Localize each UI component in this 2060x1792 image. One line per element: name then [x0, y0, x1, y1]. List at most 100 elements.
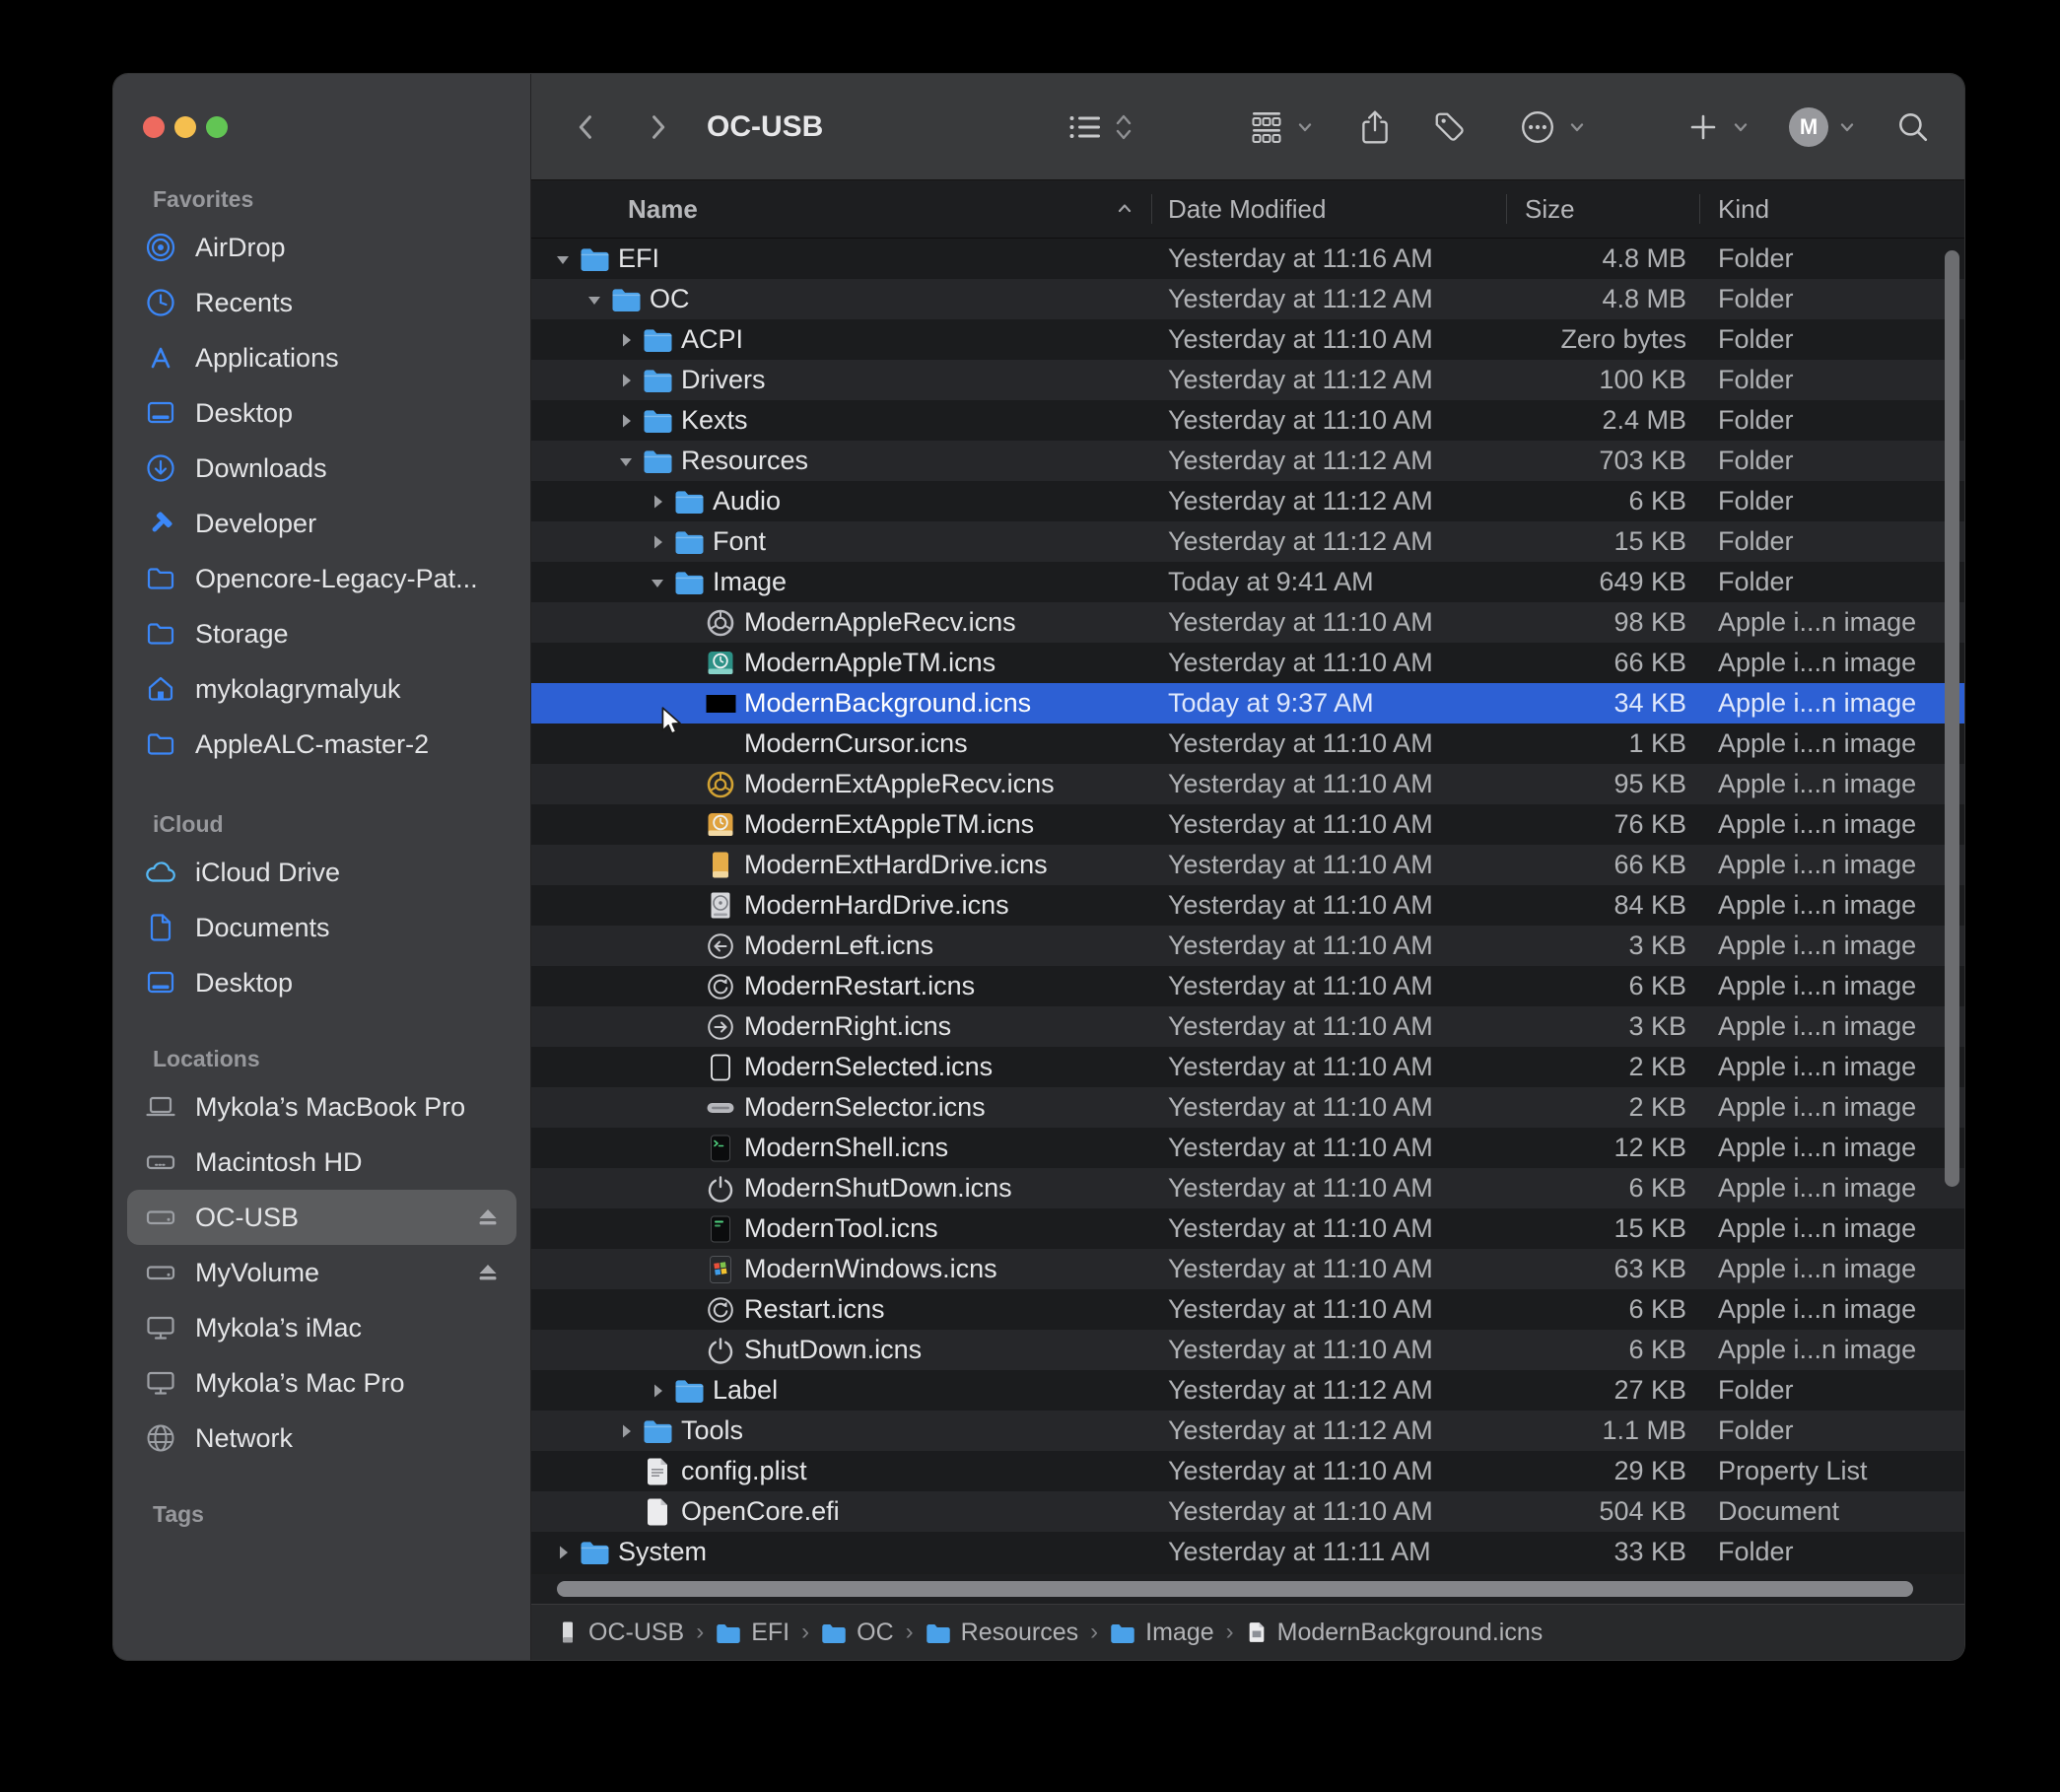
search-button[interactable]: [1889, 74, 1937, 179]
file-row-modernextharddrive-icns[interactable]: ModernExtHardDrive.icnsYesterday at 11:1…: [531, 845, 1964, 885]
file-row-modernshutdown-icns[interactable]: ModernShutDown.icnsYesterday at 11:10 AM…: [531, 1168, 1964, 1208]
sidebar-item-macintosh-hd[interactable]: Macintosh HD: [127, 1135, 516, 1190]
forward-button[interactable]: [634, 74, 681, 179]
disclosure-closed-icon[interactable]: [648, 481, 667, 521]
sidebar-item-desktop[interactable]: Desktop: [127, 385, 516, 441]
disclosure-closed-icon[interactable]: [648, 521, 667, 562]
path-item-efi[interactable]: EFI: [716, 1619, 790, 1647]
file-row-modernrestart-icns[interactable]: ModernRestart.icnsYesterday at 11:10 AM6…: [531, 966, 1964, 1006]
file-row-oc[interactable]: OCYesterday at 11:12 AM4.8 MBFolder: [531, 279, 1964, 319]
chevron-down-icon[interactable]: [1834, 74, 1860, 179]
file-row-modernselector-icns[interactable]: ModernSelector.icnsYesterday at 11:10 AM…: [531, 1087, 1964, 1128]
file-row-modernright-icns[interactable]: ModernRight.icnsYesterday at 11:10 AM3 K…: [531, 1006, 1964, 1047]
file-row-acpi[interactable]: ACPIYesterday at 11:10 AMZero bytesFolde…: [531, 319, 1964, 360]
file-row-kexts[interactable]: KextsYesterday at 11:10 AM2.4 MBFolder: [531, 400, 1964, 441]
sidebar-item-icloud-drive[interactable]: iCloud Drive: [127, 845, 516, 900]
group-by-button[interactable]: [1243, 74, 1290, 179]
file-row-audio[interactable]: AudioYesterday at 11:12 AM6 KBFolder: [531, 481, 1964, 521]
sidebar-item-storage[interactable]: Storage: [127, 606, 516, 661]
file-row-moderntool-icns[interactable]: ModernTool.icnsYesterday at 11:10 AM15 K…: [531, 1208, 1964, 1249]
disclosure-open-icon[interactable]: [553, 239, 573, 279]
chevron-updown-icon[interactable]: [1111, 74, 1136, 179]
chevron-down-icon[interactable]: [1728, 74, 1753, 179]
file-row-opencore-efi[interactable]: OpenCore.efiYesterday at 11:10 AM504 KBD…: [531, 1491, 1964, 1532]
sidebar-item-network[interactable]: Network: [127, 1411, 516, 1466]
column-divider[interactable]: [1506, 194, 1507, 224]
file-row-modernharddrive-icns[interactable]: ModernHardDrive.icnsYesterday at 11:10 A…: [531, 885, 1964, 926]
file-row-modernappletm-icns[interactable]: ModernAppleTM.icnsYesterday at 11:10 AM6…: [531, 643, 1964, 683]
column-header-size[interactable]: Size: [1525, 180, 1575, 238]
share-button[interactable]: [1351, 74, 1399, 179]
file-row-config-plist[interactable]: config.plistYesterday at 11:10 AM29 KBPr…: [531, 1451, 1964, 1491]
sidebar-item-documents[interactable]: Documents: [127, 900, 516, 955]
sidebar-item-desktop[interactable]: Desktop: [127, 955, 516, 1010]
file-row-tools[interactable]: ToolsYesterday at 11:12 AM1.1 MBFolder: [531, 1411, 1964, 1451]
disclosure-open-icon[interactable]: [616, 441, 636, 481]
column-header-date[interactable]: Date Modified: [1168, 180, 1326, 238]
sidebar-item-oc-usb[interactable]: OC-USB: [127, 1190, 516, 1245]
file-row-modernshell-icns[interactable]: ModernShell.icnsYesterday at 11:10 AM12 …: [531, 1128, 1964, 1168]
close-button[interactable]: [143, 116, 165, 138]
file-row-modernleft-icns[interactable]: ModernLeft.icnsYesterday at 11:10 AM3 KB…: [531, 926, 1964, 966]
file-row-modernbackground-icns[interactable]: ModernBackground.icnsToday at 9:37 AM34 …: [531, 683, 1964, 724]
horizontal-scrollbar[interactable]: [557, 1581, 1913, 1597]
file-row-modernextapplerecv-icns[interactable]: ModernExtAppleRecv.icnsYesterday at 11:1…: [531, 764, 1964, 804]
sidebar-item-airdrop[interactable]: AirDrop: [127, 220, 516, 275]
account-button[interactable]: M: [1785, 74, 1832, 179]
vertical-scrollbar[interactable]: [1945, 250, 1959, 1187]
disclosure-open-icon[interactable]: [648, 562, 667, 602]
more-actions-button[interactable]: [1513, 74, 1562, 179]
sidebar-item-myvolume[interactable]: MyVolume: [127, 1245, 516, 1300]
column-divider[interactable]: [1699, 194, 1700, 224]
path-item-oc[interactable]: OC: [821, 1619, 894, 1647]
eject-icon[interactable]: [475, 1261, 501, 1284]
file-row-modernwindows-icns[interactable]: ModernWindows.icnsYesterday at 11:10 AM6…: [531, 1249, 1964, 1289]
file-row-label[interactable]: LabelYesterday at 11:12 AM27 KBFolder: [531, 1370, 1964, 1411]
chevron-down-icon[interactable]: [1564, 74, 1590, 179]
tags-button[interactable]: [1426, 74, 1474, 179]
view-mode-button[interactable]: [1062, 74, 1109, 179]
sidebar-item-mykola-s-mac-pro[interactable]: Mykola’s Mac Pro: [127, 1355, 516, 1411]
disclosure-closed-icon[interactable]: [616, 400, 636, 441]
path-item-resources[interactable]: Resources: [926, 1619, 1079, 1647]
disclosure-closed-icon[interactable]: [648, 1370, 667, 1411]
file-row-modernextappletm-icns[interactable]: ModernExtAppleTM.icnsYesterday at 11:10 …: [531, 804, 1964, 845]
sidebar-item-mykola-s-imac[interactable]: Mykola’s iMac: [127, 1300, 516, 1355]
sidebar-item-applications[interactable]: Applications: [127, 330, 516, 385]
path-item-oc-usb[interactable]: OC-USB: [557, 1619, 684, 1647]
file-row-drivers[interactable]: DriversYesterday at 11:12 AM100 KBFolder: [531, 360, 1964, 400]
file-row-image[interactable]: ImageToday at 9:41 AM649 KBFolder: [531, 562, 1964, 602]
sidebar-item-downloads[interactable]: Downloads: [127, 441, 516, 496]
file-row-shutdown-icns[interactable]: ShutDown.icnsYesterday at 11:10 AM6 KBAp…: [531, 1330, 1964, 1370]
file-row-restart-icns[interactable]: Restart.icnsYesterday at 11:10 AM6 KBApp…: [531, 1289, 1964, 1330]
zoom-button[interactable]: [206, 116, 228, 138]
chevron-down-icon[interactable]: [1292, 74, 1318, 179]
column-divider[interactable]: [1151, 194, 1152, 224]
new-item-button[interactable]: [1681, 74, 1726, 179]
disclosure-open-icon[interactable]: [584, 279, 604, 319]
file-row-modernapplerecv-icns[interactable]: ModernAppleRecv.icnsYesterday at 11:10 A…: [531, 602, 1964, 643]
disclosure-closed-icon[interactable]: [616, 360, 636, 400]
minimize-button[interactable]: [174, 116, 196, 138]
back-button[interactable]: [563, 74, 610, 179]
sidebar-item-mykola-s-macbook-pro[interactable]: Mykola’s MacBook Pro: [127, 1079, 516, 1135]
file-row-font[interactable]: FontYesterday at 11:12 AM15 KBFolder: [531, 521, 1964, 562]
column-header-kind[interactable]: Kind: [1718, 180, 1769, 238]
disclosure-closed-icon[interactable]: [553, 1532, 573, 1572]
sidebar-item-opencore-legacy-pat-[interactable]: Opencore-Legacy-Pat...: [127, 551, 516, 606]
disclosure-closed-icon[interactable]: [616, 1411, 636, 1451]
column-header-name[interactable]: Name: [628, 180, 698, 238]
sidebar-item-applealc-master-2[interactable]: AppleALC-master-2: [127, 717, 516, 772]
file-row-resources[interactable]: ResourcesYesterday at 11:12 AM703 KBFold…: [531, 441, 1964, 481]
path-item-modernbackground-icns[interactable]: ModernBackground.icns: [1246, 1619, 1544, 1647]
file-row-moderncursor-icns[interactable]: ModernCursor.icnsYesterday at 11:10 AM1 …: [531, 724, 1964, 764]
file-row-modernselected-icns[interactable]: ModernSelected.icnsYesterday at 11:10 AM…: [531, 1047, 1964, 1087]
sidebar-item-recents[interactable]: Recents: [127, 275, 516, 330]
eject-icon[interactable]: [475, 1206, 501, 1229]
sidebar-item-developer[interactable]: Developer: [127, 496, 516, 551]
file-row-efi[interactable]: EFIYesterday at 11:16 AM4.8 MBFolder: [531, 239, 1964, 279]
sidebar-item-mykolagrymalyuk[interactable]: mykolagrymalyuk: [127, 661, 516, 717]
path-item-image[interactable]: Image: [1110, 1619, 1213, 1647]
file-row-system[interactable]: SystemYesterday at 11:11 AM33 KBFolder: [531, 1532, 1964, 1572]
disclosure-closed-icon[interactable]: [616, 319, 636, 360]
